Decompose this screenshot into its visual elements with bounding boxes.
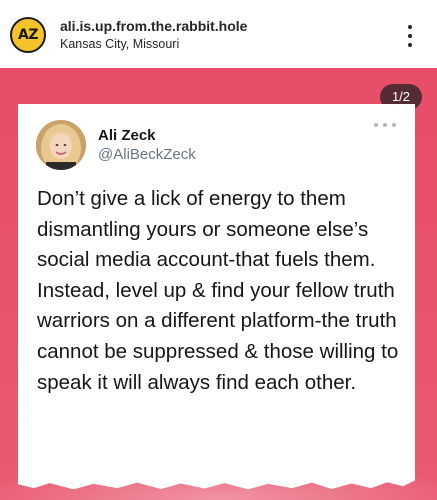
username-link[interactable]: ali.is.up.from.the.rabbit.hole — [60, 18, 247, 34]
profile-avatar[interactable]: AZ — [10, 17, 46, 53]
tweet-text: Don’t give a lick of energy to them dism… — [37, 187, 399, 394]
tweet-author-handle: @AliBeckZeck — [98, 146, 196, 163]
more-options-icon[interactable] — [398, 22, 422, 50]
tweet-author-avatar — [36, 120, 86, 170]
avatar-text: AZ — [18, 27, 39, 43]
tweet-author-name: Ali Zeck — [98, 127, 156, 144]
tweet-card: Ali Zeck @AliBeckZeck Don’t give a lick … — [18, 104, 415, 490]
post-header: AZ ali.is.up.from.the.rabbit.hole Kansas… — [0, 0, 437, 68]
tweet-more-icon — [374, 120, 396, 130]
location-link[interactable]: Kansas City, Missouri — [60, 37, 179, 51]
post-media[interactable]: 1/2 Ali Zeck @AliBeckZeck Don’t give a l… — [0, 68, 437, 500]
